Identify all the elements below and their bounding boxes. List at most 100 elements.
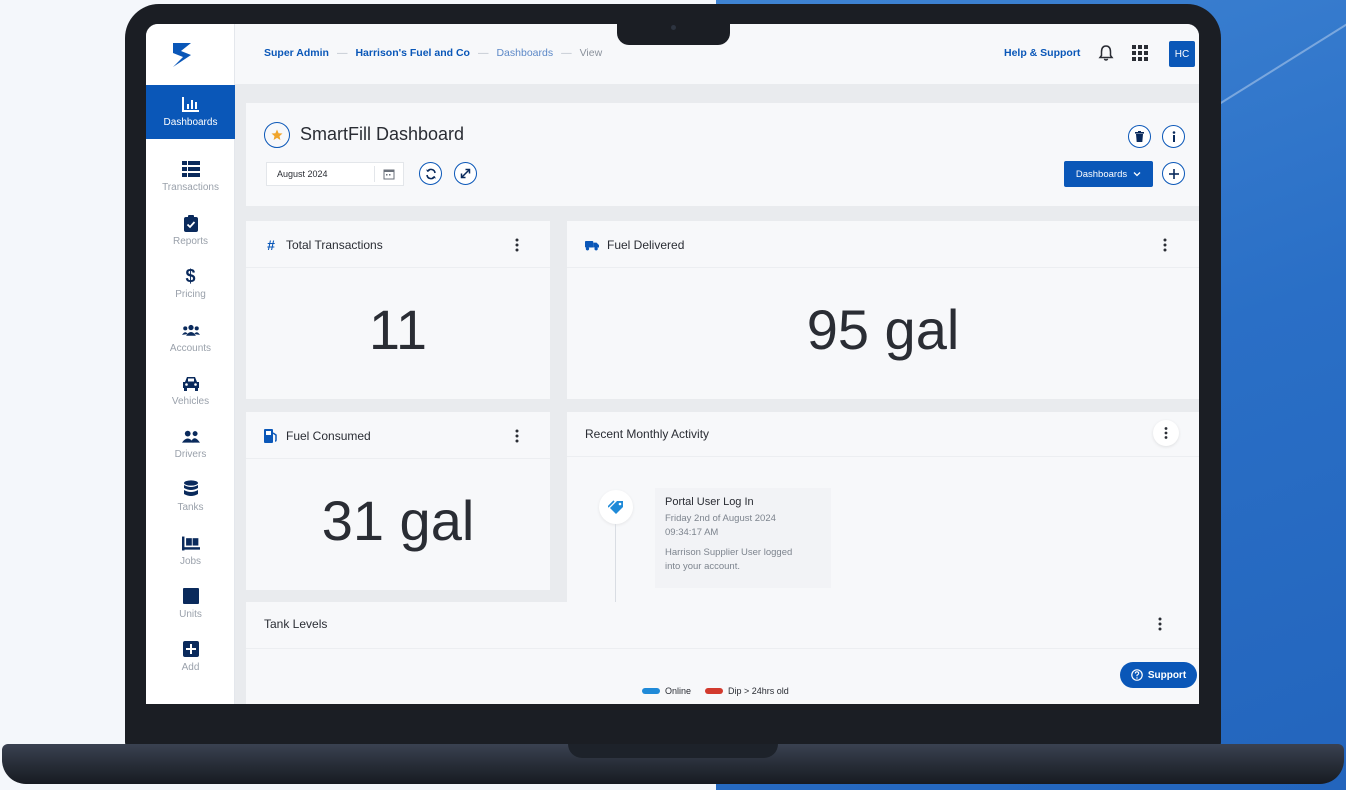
sidebar-item-transactions[interactable]: Transactions [146, 150, 235, 204]
card-divider [567, 456, 1199, 457]
breadcrumb-company[interactable]: Harrison's Fuel and Co [355, 47, 470, 59]
sidebar-item-jobs[interactable]: Jobs [146, 524, 235, 578]
sidebar-item-label: Accounts [169, 343, 212, 354]
activity-menu-button[interactable] [1153, 420, 1179, 446]
user-avatar[interactable]: HC [1169, 41, 1195, 67]
stat-value: 11 [368, 298, 428, 361]
dashboard-header: SmartFill Dashboard August 2024 Dashboar… [246, 103, 1199, 206]
bell-icon[interactable] [1098, 44, 1114, 62]
app-screen: Dashboards Transactions Reports $ Pricin… [146, 24, 1199, 704]
legend-label: Dip > 24hrs old [728, 686, 789, 696]
breadcrumb-dashboards[interactable]: Dashboards [496, 47, 553, 59]
laptop-hinge-groove [568, 744, 778, 758]
card-divider [246, 648, 1199, 649]
breadcrumb-separator: — [477, 47, 489, 59]
refresh-button[interactable] [419, 162, 442, 185]
sidebar-item-pricing[interactable]: $ Pricing [146, 257, 235, 311]
add-dashboard-button[interactable] [1162, 162, 1185, 185]
breadcrumb-separator: — [336, 47, 348, 59]
card-divider [246, 267, 550, 268]
dollar-icon: $ [185, 265, 196, 286]
legend-item-dip-old[interactable]: Dip > 24hrs old [705, 686, 789, 696]
chevron-down-icon [1133, 172, 1141, 177]
square-icon [182, 587, 200, 605]
users-icon [181, 321, 200, 339]
dashboards-dropdown-label: Dashboards [1075, 168, 1128, 180]
star-icon [271, 129, 283, 140]
laptop-notch [617, 22, 730, 45]
delete-dashboard-button[interactable] [1128, 125, 1151, 148]
help-support-link[interactable]: Help & Support [1004, 47, 1080, 59]
month-picker-divider [374, 166, 375, 182]
sidebar-item-vehicles[interactable]: Vehicles [146, 364, 235, 418]
sidebar: Dashboards Transactions Reports $ Pricin… [146, 24, 235, 704]
trash-icon [1135, 131, 1144, 142]
sidebar-item-label: Units [179, 609, 202, 620]
sidebar-item-add[interactable]: Add [146, 630, 235, 684]
card-title-text: Recent Monthly Activity [585, 427, 710, 441]
kebab-menu-icon [1164, 427, 1168, 439]
card-title: # Total Transactions [264, 237, 383, 253]
sidebar-item-label: Drivers [174, 449, 207, 460]
month-picker-input[interactable]: August 2024 [266, 162, 404, 186]
fullscreen-button[interactable] [454, 162, 477, 185]
kebab-menu-icon[interactable] [515, 238, 519, 252]
sidebar-item-label: Vehicles [171, 396, 210, 407]
bar-chart-icon [181, 95, 200, 113]
activity-time: 09:34:17 AM [665, 527, 719, 538]
sidebar-item-reports[interactable]: Reports [146, 204, 235, 258]
sidebar-item-label: Tanks [177, 502, 204, 513]
apps-grid-icon[interactable] [1132, 45, 1148, 61]
legend-swatch-dip-old [705, 688, 724, 694]
card-divider [567, 267, 1199, 268]
sidebar-item-units[interactable]: Units [146, 577, 235, 631]
page-title: SmartFill Dashboard [300, 124, 465, 144]
sidebar-item-tanks[interactable]: Tanks [146, 470, 235, 524]
tank-legend: Online Dip > 24hrs old [642, 686, 803, 696]
month-picker-value: August 2024 [277, 169, 328, 179]
activity-desc-line2: into your account. [665, 561, 740, 572]
refresh-icon [425, 168, 436, 179]
info-button[interactable] [1162, 125, 1185, 148]
plus-square-icon [182, 640, 200, 658]
database-icon [182, 480, 200, 498]
legend-label: Online [665, 686, 692, 696]
kebab-menu-icon[interactable] [515, 429, 519, 443]
car-icon [182, 374, 200, 392]
kebab-menu-icon[interactable] [1158, 617, 1162, 631]
plus-icon [1168, 168, 1179, 179]
camera-icon [671, 25, 676, 30]
user-group-icon [181, 427, 200, 445]
sidebar-item-accounts[interactable]: Accounts [146, 311, 235, 365]
card-title: Fuel Consumed [264, 429, 371, 443]
card-title-text: Tank Levels [264, 617, 328, 631]
hash-icon: # [267, 237, 275, 253]
support-button[interactable]: Support [1120, 662, 1197, 688]
breadcrumb: Super Admin — Harrison's Fuel and Co — D… [264, 47, 602, 59]
card-total-transactions: # Total Transactions 11 [246, 221, 550, 399]
activity-entry: Portal User Log In Friday 2nd of August … [655, 488, 831, 588]
pallet-icon [181, 534, 200, 552]
sidebar-item-label: Jobs [179, 556, 202, 567]
kebab-menu-icon[interactable] [1163, 238, 1167, 252]
tag-icon [608, 500, 623, 514]
activity-title: Portal User Log In [665, 496, 754, 508]
sidebar-item-dashboards[interactable]: Dashboards [146, 85, 235, 139]
gas-pump-icon [264, 429, 278, 443]
card-title: Recent Monthly Activity [585, 427, 709, 441]
breadcrumb-super-admin[interactable]: Super Admin [264, 47, 329, 59]
dashboards-dropdown[interactable]: Dashboards [1064, 161, 1153, 187]
breadcrumb-view: View [579, 47, 603, 59]
stat-value: 95 gal [806, 298, 960, 361]
table-icon [181, 160, 200, 178]
legend-item-online[interactable]: Online [642, 686, 691, 696]
legend-swatch-online [642, 688, 660, 694]
favorite-button[interactable] [264, 122, 290, 148]
sidebar-item-drivers[interactable]: Drivers [146, 417, 235, 471]
card-title-text: Fuel Delivered [607, 238, 685, 252]
calendar-icon[interactable] [383, 168, 395, 180]
card-title: Tank Levels [264, 617, 327, 631]
card-title: Fuel Delivered [585, 238, 684, 252]
expand-icon [460, 168, 471, 179]
card-fuel-consumed: Fuel Consumed 31 gal [246, 412, 550, 590]
